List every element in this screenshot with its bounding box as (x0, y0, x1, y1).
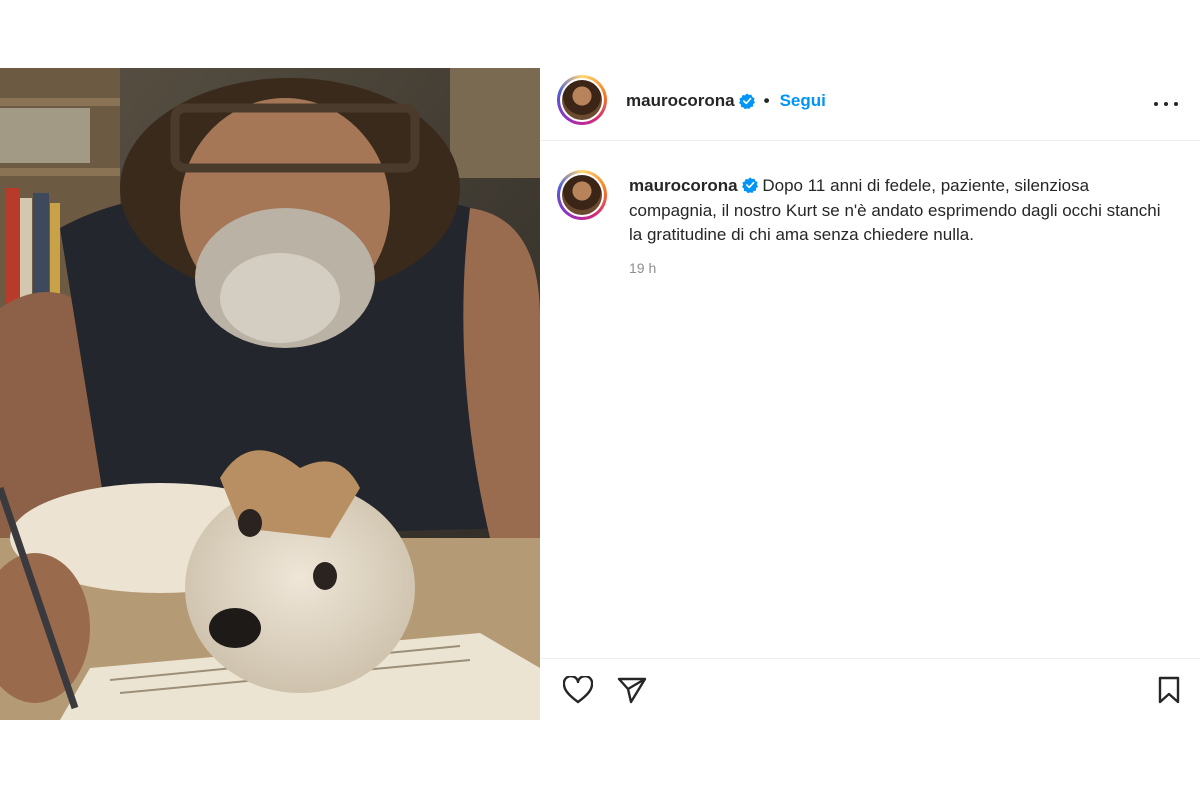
caption-avatar[interactable] (557, 170, 607, 220)
paper-plane-icon[interactable] (615, 673, 649, 707)
caption-username[interactable]: maurocorona (629, 176, 738, 195)
post-sidebar: maurocorona • Segui maurocorona Dopo 11 … (540, 68, 1200, 720)
post-timestamp[interactable]: 19 h (629, 256, 1169, 281)
profile-avatar[interactable] (557, 75, 607, 125)
avatar-image (562, 175, 602, 215)
instagram-post: maurocorona • Segui maurocorona Dopo 11 … (0, 68, 1200, 720)
more-options-icon[interactable] (1154, 92, 1178, 116)
post-header: maurocorona • Segui (540, 68, 1200, 141)
verified-badge-icon (738, 93, 755, 109)
verified-badge-icon (741, 177, 758, 193)
caption-body: maurocorona Dopo 11 anni di fedele, pazi… (629, 174, 1169, 280)
header-user-info: maurocorona • Segui (626, 91, 826, 111)
follow-button[interactable]: Segui (780, 91, 826, 111)
header-username[interactable]: maurocorona (626, 91, 735, 111)
bookmark-icon[interactable] (1152, 673, 1186, 707)
avatar-image (562, 80, 602, 120)
separator-dot: • (763, 91, 770, 110)
heart-icon[interactable] (561, 673, 595, 707)
action-bar (540, 658, 1200, 721)
photo-man-writing-with-dog (0, 68, 540, 720)
post-photo[interactable] (0, 68, 540, 720)
